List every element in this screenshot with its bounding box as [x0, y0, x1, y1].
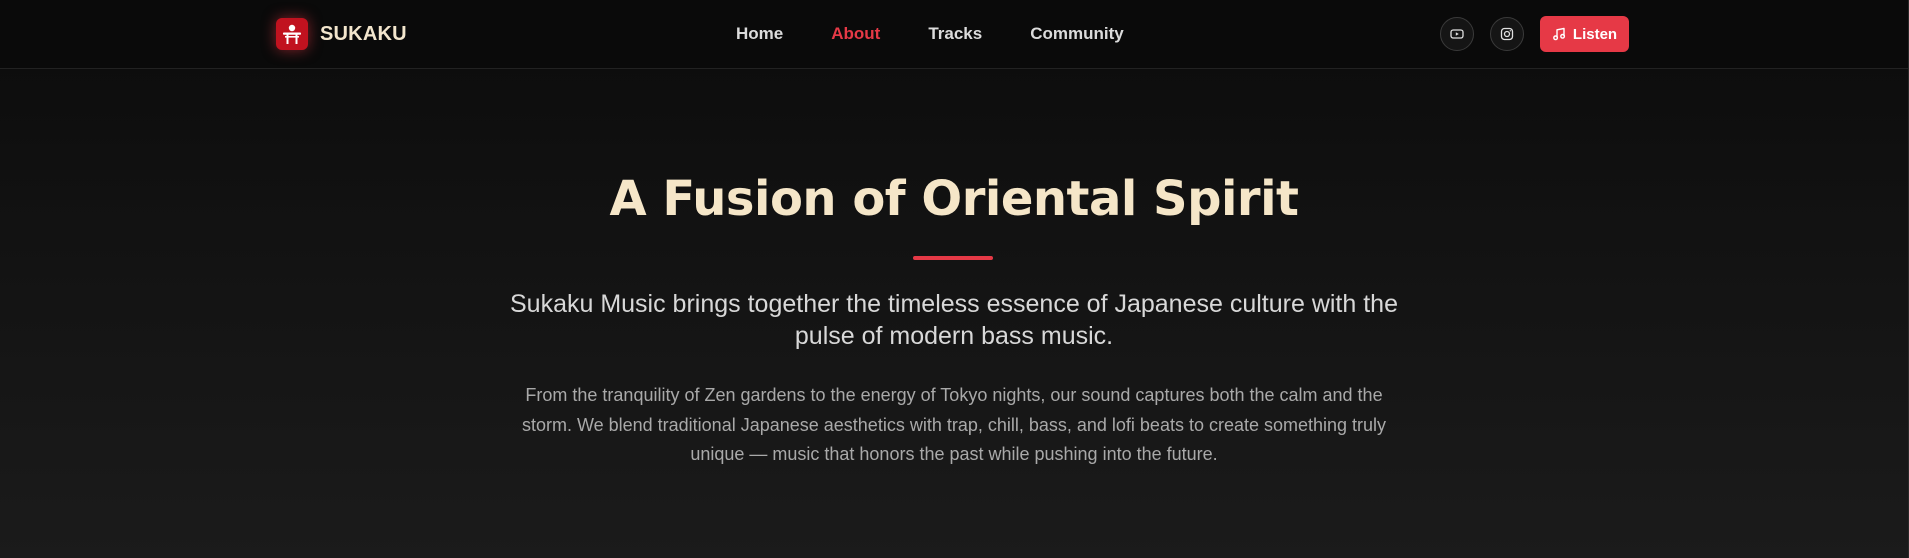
nav-link-tracks[interactable]: Tracks [928, 24, 982, 44]
brand-name: SUKAKU [320, 22, 407, 45]
hero-lead: Sukaku Music brings together the timeles… [510, 290, 1398, 350]
listen-button-label: Listen [1572, 25, 1618, 43]
hero-body: From the tranquility of Zen gardens to t… [521, 385, 1387, 464]
instagram-icon [1500, 27, 1514, 41]
nav-link-home[interactable]: Home [736, 24, 783, 44]
nav-link-community[interactable]: Community [1030, 24, 1124, 44]
hero-title: A Fusion of Oriental Spirit [609, 171, 1300, 227]
torii-gate-icon [276, 18, 308, 50]
brand-logo-link[interactable]: SUKAKU [276, 18, 407, 50]
youtube-button[interactable] [1440, 17, 1474, 51]
main-nav: Home About Tracks Community [736, 0, 1124, 68]
about-hero: A Fusion of Oriental Spirit Sukaku Music… [0, 69, 1908, 558]
navbar: SUKAKU Home About Tracks Community Liste… [0, 0, 1908, 69]
listen-button[interactable]: Listen [1540, 16, 1629, 52]
nav-link-about[interactable]: About [831, 24, 880, 44]
title-divider [913, 256, 993, 260]
instagram-button[interactable] [1490, 17, 1524, 51]
youtube-icon [1450, 27, 1464, 41]
music-note-icon [1552, 27, 1573, 41]
